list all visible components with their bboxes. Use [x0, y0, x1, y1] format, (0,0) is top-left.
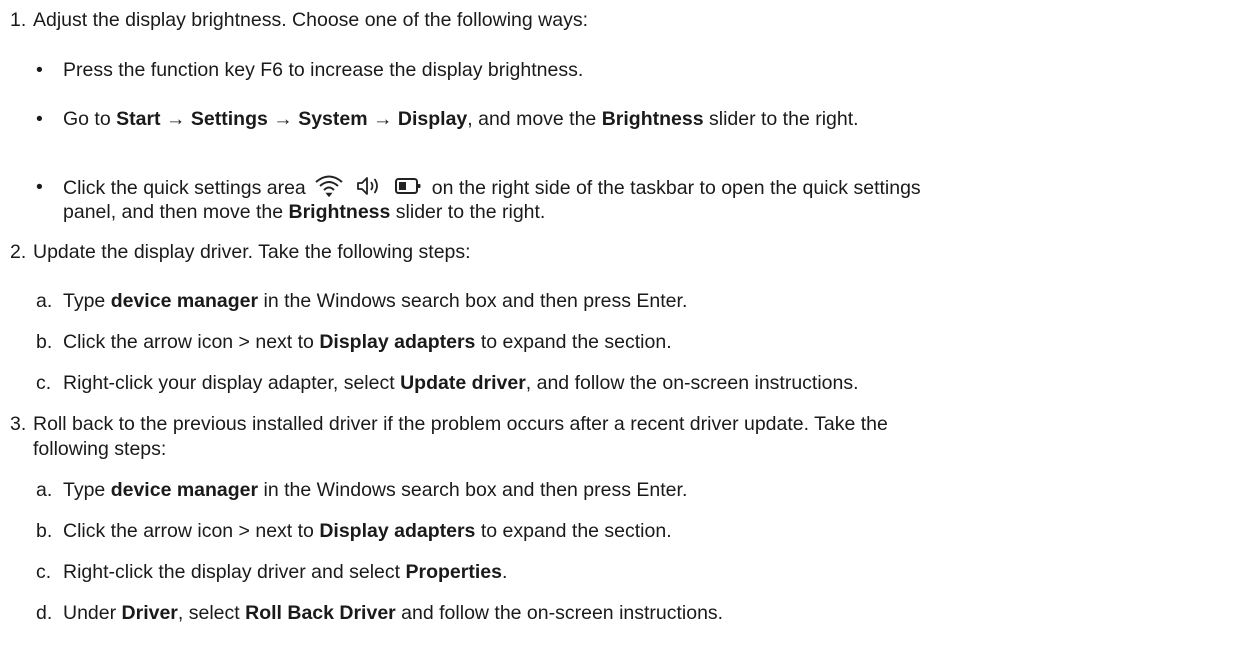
brightness-label: Brightness — [601, 108, 704, 130]
path-display: Display — [397, 108, 468, 130]
substep-letter: c. — [36, 561, 52, 583]
substep-text: Under Driver, select Roll Back Driver an… — [63, 602, 724, 624]
substep-text: Click the arrow icon > next to Display a… — [63, 331, 672, 353]
bullet-text: Click the quick settings area on the righ… — [63, 175, 921, 199]
bullet-symbol: • — [36, 59, 43, 81]
step-number: 1. — [10, 9, 27, 31]
speaker-icon — [356, 177, 378, 195]
path-arrow: → — [372, 108, 393, 130]
step-text: Adjust the display brightness. Choose on… — [33, 9, 588, 31]
brightness-label: Brightness — [288, 201, 391, 223]
bullet-text-continued: panel, and then move the Brightness slid… — [63, 201, 546, 223]
bullet-text: Go to Start → Settings → System → Displa… — [63, 108, 859, 130]
step-text: Update the display driver. Take the foll… — [33, 241, 471, 263]
path-arrow: → — [273, 108, 293, 130]
substep-letter: a. — [36, 479, 53, 501]
substep-text: Click the arrow icon > next to Display a… — [63, 520, 672, 542]
step-number: 3. — [10, 413, 27, 435]
path-start: Start — [116, 108, 161, 130]
substep-letter: c. — [36, 372, 52, 394]
substep-text: Type device manager in the Windows searc… — [63, 290, 688, 312]
quick-settings-icons — [314, 175, 422, 197]
substep-letter: b. — [36, 520, 53, 542]
bullet-text: Press the function key F6 to increase th… — [63, 59, 584, 81]
substep-text: Type device manager in the Windows searc… — [63, 479, 688, 501]
path-arrow: → — [165, 108, 186, 130]
wifi-icon — [315, 175, 343, 197]
bullet-symbol: • — [36, 176, 43, 198]
step-text: Roll back to the previous installed driv… — [33, 413, 888, 435]
path-system: System — [298, 108, 368, 130]
substep-text: Right-click your display adapter, select… — [63, 372, 859, 394]
substep-letter: b. — [36, 331, 53, 353]
step-number: 2. — [10, 241, 27, 263]
path-settings: Settings — [190, 108, 268, 130]
substep-letter: a. — [36, 290, 53, 312]
substep-text: Right-click the display driver and selec… — [63, 561, 508, 583]
step-text-continued: following steps: — [33, 438, 167, 460]
bullet-symbol: • — [36, 108, 43, 130]
battery-icon — [394, 178, 421, 194]
substep-letter: d. — [36, 602, 53, 624]
